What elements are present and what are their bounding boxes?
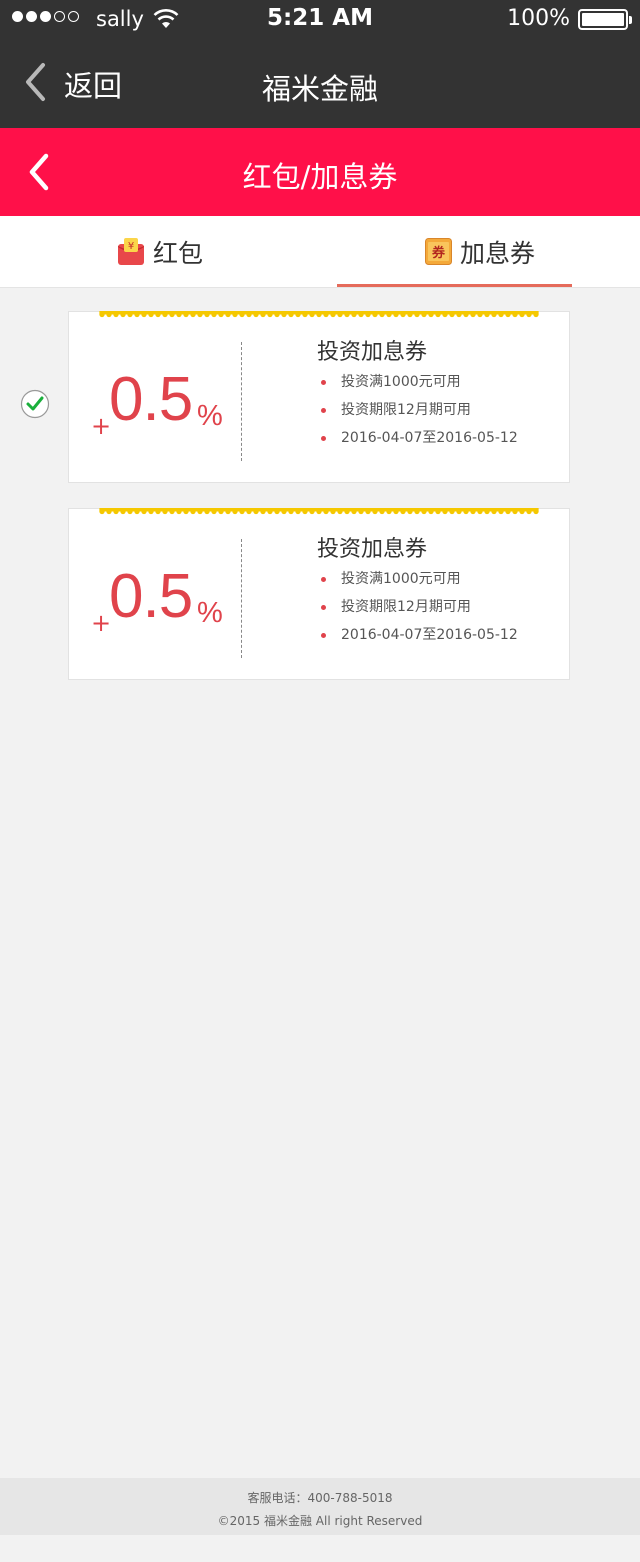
coupon-divider	[241, 539, 242, 658]
tab-red-packet-label: 红包	[152, 238, 203, 268]
condition-min-amount: 投资满1000元可用	[321, 565, 518, 593]
red-packet-icon: ¥	[117, 237, 145, 266]
condition-term: 投资期限12月期可用	[321, 593, 518, 621]
copyright: ©2015 福米金融 All right Reserved	[217, 1514, 423, 1528]
condition-validity: 2016-04-07至2016-05-12	[321, 424, 518, 452]
battery-percent: 100%	[507, 6, 570, 31]
page-header: 红包/加息券	[0, 128, 640, 216]
app-title: 福米金融	[261, 72, 378, 106]
rate-unit: %	[197, 400, 223, 432]
condition-validity: 2016-04-07至2016-05-12	[321, 621, 518, 649]
active-tab-indicator	[337, 284, 572, 287]
rate-value: 0.5	[109, 365, 193, 434]
coupon-title: 投资加息券	[317, 537, 428, 562]
tab-red-packet[interactable]: ¥ 红包	[0, 216, 320, 287]
rate-unit: %	[197, 597, 223, 629]
svg-text:¥: ¥	[128, 241, 134, 252]
page-title: 红包/加息券	[242, 160, 398, 194]
footer: 客服电话：400-788-5018 ©2015 福米金融 All right R…	[0, 1478, 640, 1535]
coupon-conditions: 投资满1000元可用 投资期限12月期可用 2016-04-07至2016-05…	[321, 565, 518, 649]
condition-min-amount: 投资满1000元可用	[321, 368, 518, 396]
coupon-card[interactable]: + 0.5 % 投资加息券 投资满1000元可用 投资期限12月期可用 2016…	[68, 311, 570, 483]
condition-term: 投资期限12月期可用	[321, 396, 518, 424]
tab-bar: ¥ 红包 券 加息券	[0, 216, 640, 288]
coupon-card[interactable]: + 0.5 % 投资加息券 投资满1000元可用 投资期限12月期可用 2016…	[68, 508, 570, 680]
rate-value: 0.5	[109, 562, 193, 631]
coupon-top-band	[99, 311, 539, 318]
coupon-title: 投资加息券	[317, 340, 428, 365]
svg-text:券: 券	[431, 245, 446, 261]
tab-interest-coupon[interactable]: 券 加息券	[320, 216, 640, 287]
status-bar: sally 5:21 AM 100%	[0, 0, 640, 40]
battery-icon	[578, 9, 632, 30]
customer-service-phone: 客服电话：400-788-5018	[247, 1491, 393, 1505]
tab-interest-coupon-label: 加息券	[459, 238, 535, 268]
coupon-top-band	[99, 508, 539, 515]
coupon-conditions: 投资满1000元可用 投资期限12月期可用 2016-04-07至2016-05…	[321, 368, 518, 452]
coupon-icon: 券	[424, 238, 452, 265]
app-nav-bar: 返回 福米金融	[0, 40, 640, 128]
coupon-divider	[241, 342, 242, 461]
selected-check-icon[interactable]	[20, 389, 50, 419]
